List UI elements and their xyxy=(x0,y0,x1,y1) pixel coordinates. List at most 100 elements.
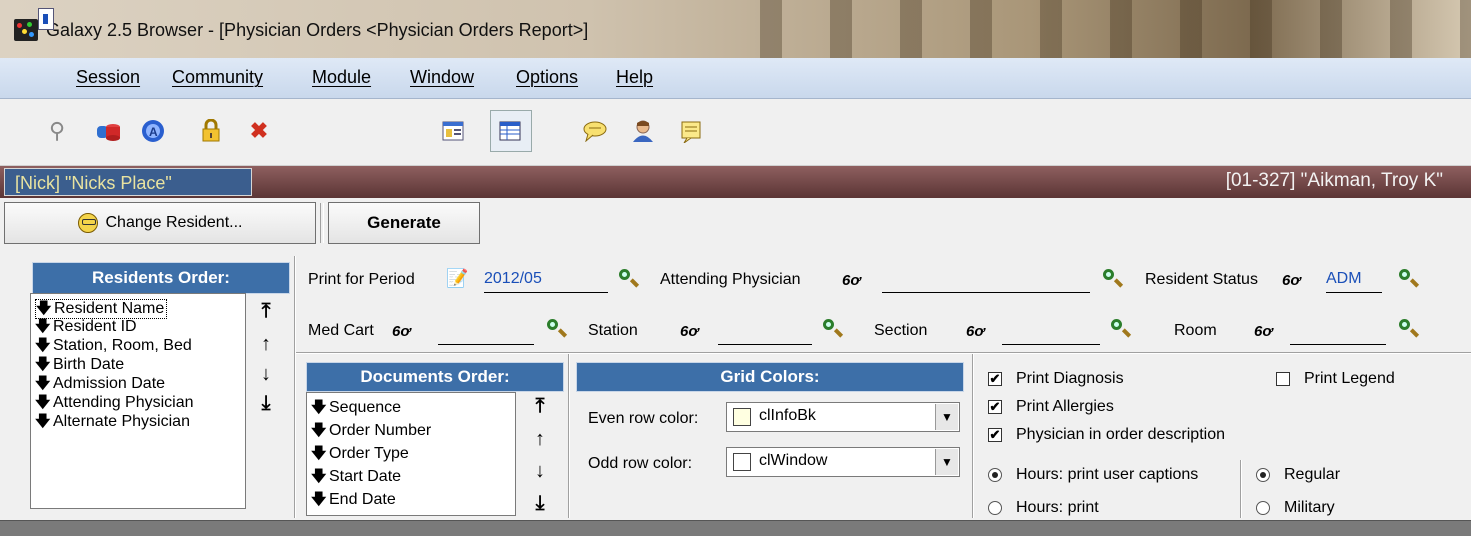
edit-icon[interactable]: 📝 xyxy=(446,268,468,289)
print-diagnosis-checkbox[interactable]: ✔ xyxy=(988,372,1002,386)
menu-options[interactable]: Options xyxy=(516,67,578,88)
print-for-period-field[interactable]: 2012/05 xyxy=(484,270,608,293)
document-icon[interactable] xyxy=(38,8,54,30)
glasses-icon[interactable]: 6ơ xyxy=(842,272,860,289)
filter-divider xyxy=(296,352,1471,354)
resident-face-icon xyxy=(77,213,98,233)
list-item[interactable]: 🡇 Order Type xyxy=(311,445,409,463)
search-icon[interactable] xyxy=(1110,318,1132,340)
svg-text:A: A xyxy=(149,125,158,139)
chevron-down-icon[interactable]: ▼ xyxy=(935,449,958,475)
odd-row-color-select[interactable]: clWindow ▼ xyxy=(726,447,960,477)
move-down-icon[interactable]: ↓ xyxy=(256,363,276,385)
list-item[interactable]: 🡇 Birth Date xyxy=(35,356,124,374)
list-item[interactable]: 🡇 Station, Room, Bed xyxy=(35,337,192,355)
odd-color-value: clWindow xyxy=(759,452,828,469)
options-divider xyxy=(1240,460,1242,518)
menu-module[interactable]: Module xyxy=(312,67,371,88)
list-item[interactable]: 🡇 Attending Physician xyxy=(35,394,194,412)
notepad-icon[interactable] xyxy=(678,118,704,144)
section-field[interactable] xyxy=(1002,322,1100,345)
even-color-swatch xyxy=(733,408,751,426)
physician-in-description-checkbox[interactable]: ✔ xyxy=(988,428,1002,442)
military-time-radio[interactable] xyxy=(1256,501,1270,515)
glasses-icon[interactable]: 6ơ xyxy=(680,323,698,340)
database-icon[interactable] xyxy=(96,118,122,144)
change-resident-button[interactable]: Change Resident... xyxy=(4,202,316,244)
hours-print-label: Hours: print xyxy=(1016,499,1099,516)
hours-print-radio[interactable] xyxy=(988,501,1002,515)
documents-order-list[interactable]: 🡇 Sequence 🡇 Order Number 🡇 Order Type 🡇 Sta… xyxy=(306,392,516,516)
a-circle-icon[interactable]: A xyxy=(140,118,166,144)
glasses-icon[interactable]: 6ơ xyxy=(1254,323,1272,340)
list-item[interactable]: 🡇 Admission Date xyxy=(35,375,165,393)
med-cart-label: Med Cart xyxy=(308,322,374,339)
search-icon[interactable] xyxy=(1102,268,1124,290)
med-cart-field[interactable] xyxy=(438,322,534,345)
attending-physician-field[interactable] xyxy=(882,270,1090,293)
facility-label: [Nick] "Nicks Place" xyxy=(4,168,252,196)
glasses-icon[interactable]: 6ơ xyxy=(966,323,984,340)
station-label: Station xyxy=(588,322,638,339)
room-field[interactable] xyxy=(1290,322,1386,345)
regular-time-label: Regular xyxy=(1284,466,1341,483)
even-row-color-label: Even row color: xyxy=(588,410,699,427)
print-diagnosis-label: Print Diagnosis xyxy=(1016,370,1124,387)
search-disabled-icon[interactable]: ⚲ xyxy=(44,118,70,144)
panel-divider xyxy=(294,256,296,518)
person-icon[interactable] xyxy=(630,118,656,144)
hours-user-captions-label: Hours: print user captions xyxy=(1016,466,1199,483)
even-color-value: clInfoBk xyxy=(759,407,816,424)
menu-window[interactable]: Window xyxy=(410,67,474,88)
hours-user-captions-radio[interactable] xyxy=(988,468,1002,482)
list-item[interactable]: 🡇 Alternate Physician xyxy=(35,413,190,431)
move-top-icon[interactable]: ⤒ xyxy=(530,395,550,417)
print-allergies-label: Print Allergies xyxy=(1016,398,1114,415)
form-view-icon[interactable] xyxy=(440,118,466,144)
move-down-icon[interactable]: ↓ xyxy=(530,460,550,482)
resident-status-field[interactable]: ADM xyxy=(1326,270,1382,293)
section-label: Section xyxy=(874,322,928,339)
search-icon[interactable] xyxy=(1398,318,1420,340)
window-title: Galaxy 2.5 Browser - [Physician Orders <… xyxy=(46,20,589,40)
menu-help[interactable]: Help xyxy=(616,67,653,88)
move-top-icon[interactable]: ⤒ xyxy=(256,300,276,322)
glasses-icon[interactable]: 6ơ xyxy=(392,323,410,340)
menu-community[interactable]: Community xyxy=(172,67,263,88)
chevron-down-icon[interactable]: ▼ xyxy=(935,404,958,430)
search-icon[interactable] xyxy=(822,318,844,340)
attending-physician-label: Attending Physician xyxy=(660,271,801,288)
even-row-color-select[interactable]: clInfoBk ▼ xyxy=(726,402,960,432)
move-bottom-icon[interactable]: ⤓ xyxy=(256,392,276,414)
print-legend-checkbox[interactable] xyxy=(1276,372,1290,386)
search-icon[interactable] xyxy=(618,268,640,290)
list-item[interactable]: 🡇 Start Date xyxy=(311,468,401,486)
list-item[interactable]: 🡇 Resident Name xyxy=(35,299,168,319)
print-allergies-checkbox[interactable]: ✔ xyxy=(988,400,1002,414)
list-item[interactable]: 🡇 Resident ID xyxy=(35,318,137,336)
close-icon[interactable]: ✖ xyxy=(246,118,272,144)
list-item[interactable]: 🡇 Order Number xyxy=(311,422,431,440)
generate-button[interactable]: Generate xyxy=(328,202,480,244)
move-bottom-icon[interactable]: ⤓ xyxy=(530,492,550,514)
menu-session[interactable]: Session xyxy=(76,67,140,88)
move-up-icon[interactable]: ↑ xyxy=(530,428,550,450)
list-item[interactable]: 🡇 End Date xyxy=(311,491,396,509)
grid-colors-header: Grid Colors: xyxy=(576,362,964,392)
list-item[interactable]: 🡇 Sequence xyxy=(311,399,401,417)
move-up-icon[interactable]: ↑ xyxy=(256,333,276,355)
button-separator xyxy=(320,203,324,243)
glasses-icon[interactable]: 6ơ xyxy=(1282,272,1300,289)
residents-order-list[interactable]: 🡇 Resident Name 🡇 Resident ID 🡇 Station, Ro… xyxy=(30,293,246,509)
documents-order-header: Documents Order: xyxy=(306,362,564,392)
grid-view-icon[interactable] xyxy=(497,118,523,144)
station-field[interactable] xyxy=(718,322,812,345)
resident-label: [01-327] "Aikman, Troy K" xyxy=(1225,170,1443,191)
app-icon[interactable] xyxy=(14,19,38,41)
search-icon[interactable] xyxy=(546,318,568,340)
chat-icon[interactable] xyxy=(582,118,608,144)
search-icon[interactable] xyxy=(1398,268,1420,290)
regular-time-radio[interactable] xyxy=(1256,468,1270,482)
military-time-label: Military xyxy=(1284,499,1335,516)
lock-icon[interactable] xyxy=(198,118,224,144)
